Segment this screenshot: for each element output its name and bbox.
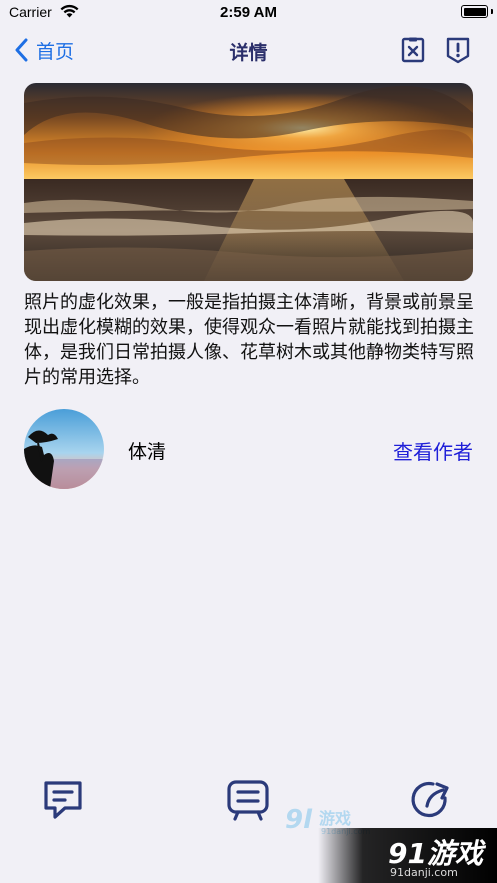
avatar[interactable]: [24, 409, 104, 489]
hero-photo: [24, 83, 473, 281]
author-name: 体清: [128, 441, 167, 463]
watermark-domain: 91danji.com: [390, 866, 458, 879]
share-icon[interactable]: [409, 776, 457, 824]
battery-tip: [491, 9, 493, 14]
article-description: 照片的虚化效果，一般是指拍摄主体清晰，背景或前景呈现出虚化模糊的效果，使得观众一…: [24, 292, 474, 388]
clipboard-x-icon[interactable]: [399, 36, 427, 64]
view-author-link[interactable]: 查看作者: [393, 436, 473, 465]
report-icon[interactable]: [444, 36, 472, 64]
navigation-bar: 首页 详情: [0, 26, 497, 74]
battery-icon: [461, 5, 488, 18]
status-bar: Carrier 2:59 AM: [0, 0, 497, 26]
comment-icon[interactable]: [39, 776, 87, 824]
author-row: 体清 查看作者: [24, 409, 473, 489]
status-time: 2:59 AM: [220, 4, 277, 21]
bottom-toolbar: [0, 770, 497, 840]
message-board-icon[interactable]: [224, 776, 272, 824]
